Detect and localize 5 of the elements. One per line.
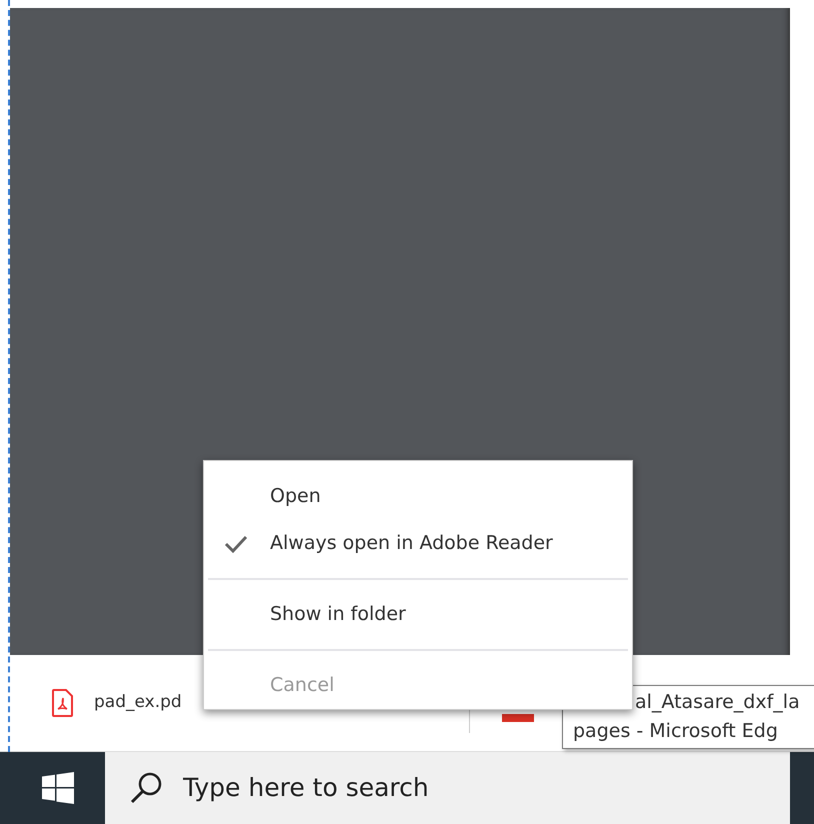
menu-item[interactable]: Open xyxy=(204,473,333,520)
search-field[interactable]: Type here to search xyxy=(105,752,790,824)
menu-item[interactable]: Show in folder xyxy=(204,591,418,638)
menu-item[interactable]: Always open in Adobe Reader xyxy=(204,520,565,567)
file-name: pad_ex.pd xyxy=(94,691,182,714)
